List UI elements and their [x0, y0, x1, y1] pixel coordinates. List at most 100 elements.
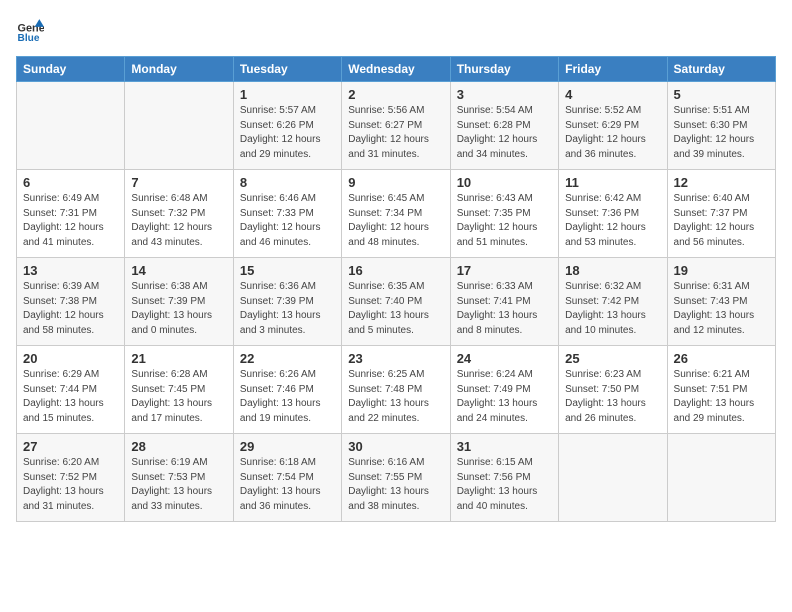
- calendar-cell: 29 Sunrise: 6:18 AM Sunset: 7:54 PM Dayli…: [233, 434, 341, 522]
- calendar-cell: 11 Sunrise: 6:42 AM Sunset: 7:36 PM Dayli…: [559, 170, 667, 258]
- day-number: 17: [457, 263, 552, 278]
- day-info: Sunrise: 6:36 AM Sunset: 7:39 PM Dayligh…: [240, 280, 335, 338]
- calendar-cell: 6 Sunrise: 6:49 AM Sunset: 7:31 PM Daylig…: [17, 170, 125, 258]
- day-of-week-header: Monday: [125, 57, 233, 82]
- day-number: 14: [131, 263, 226, 278]
- day-info: Sunrise: 6:18 AM Sunset: 7:54 PM Dayligh…: [240, 456, 335, 514]
- day-number: 27: [23, 439, 118, 454]
- calendar-cell: 16 Sunrise: 6:35 AM Sunset: 7:40 PM Dayli…: [342, 258, 450, 346]
- day-number: 30: [348, 439, 443, 454]
- calendar-cell: 23 Sunrise: 6:25 AM Sunset: 7:48 PM Dayli…: [342, 346, 450, 434]
- day-info: Sunrise: 6:26 AM Sunset: 7:46 PM Dayligh…: [240, 368, 335, 426]
- calendar-cell: 25 Sunrise: 6:23 AM Sunset: 7:50 PM Dayli…: [559, 346, 667, 434]
- day-info: Sunrise: 6:21 AM Sunset: 7:51 PM Dayligh…: [674, 368, 769, 426]
- day-number: 9: [348, 175, 443, 190]
- calendar-cell: 12 Sunrise: 6:40 AM Sunset: 7:37 PM Dayli…: [667, 170, 775, 258]
- day-info: Sunrise: 6:19 AM Sunset: 7:53 PM Dayligh…: [131, 456, 226, 514]
- day-number: 10: [457, 175, 552, 190]
- day-info: Sunrise: 6:39 AM Sunset: 7:38 PM Dayligh…: [23, 280, 118, 338]
- day-number: 20: [23, 351, 118, 366]
- day-info: Sunrise: 6:20 AM Sunset: 7:52 PM Dayligh…: [23, 456, 118, 514]
- day-number: 19: [674, 263, 769, 278]
- day-number: 23: [348, 351, 443, 366]
- day-info: Sunrise: 6:25 AM Sunset: 7:48 PM Dayligh…: [348, 368, 443, 426]
- day-info: Sunrise: 6:49 AM Sunset: 7:31 PM Dayligh…: [23, 192, 118, 250]
- calendar-cell: 24 Sunrise: 6:24 AM Sunset: 7:49 PM Dayli…: [450, 346, 558, 434]
- calendar-cell: 10 Sunrise: 6:43 AM Sunset: 7:35 PM Dayli…: [450, 170, 558, 258]
- calendar-cell: 8 Sunrise: 6:46 AM Sunset: 7:33 PM Daylig…: [233, 170, 341, 258]
- calendar-week-row: 27 Sunrise: 6:20 AM Sunset: 7:52 PM Dayli…: [17, 434, 776, 522]
- day-number: 22: [240, 351, 335, 366]
- calendar-table: SundayMondayTuesdayWednesdayThursdayFrid…: [16, 56, 776, 522]
- calendar-week-row: 13 Sunrise: 6:39 AM Sunset: 7:38 PM Dayli…: [17, 258, 776, 346]
- day-info: Sunrise: 5:54 AM Sunset: 6:28 PM Dayligh…: [457, 104, 552, 162]
- day-info: Sunrise: 6:40 AM Sunset: 7:37 PM Dayligh…: [674, 192, 769, 250]
- day-info: Sunrise: 5:57 AM Sunset: 6:26 PM Dayligh…: [240, 104, 335, 162]
- calendar-cell: 28 Sunrise: 6:19 AM Sunset: 7:53 PM Dayli…: [125, 434, 233, 522]
- day-info: Sunrise: 6:29 AM Sunset: 7:44 PM Dayligh…: [23, 368, 118, 426]
- day-number: 13: [23, 263, 118, 278]
- day-number: 3: [457, 87, 552, 102]
- calendar-cell: 27 Sunrise: 6:20 AM Sunset: 7:52 PM Dayli…: [17, 434, 125, 522]
- day-number: 26: [674, 351, 769, 366]
- calendar-cell: 3 Sunrise: 5:54 AM Sunset: 6:28 PM Daylig…: [450, 82, 558, 170]
- day-number: 7: [131, 175, 226, 190]
- day-info: Sunrise: 6:33 AM Sunset: 7:41 PM Dayligh…: [457, 280, 552, 338]
- calendar-cell: [17, 82, 125, 170]
- calendar-cell: 19 Sunrise: 6:31 AM Sunset: 7:43 PM Dayli…: [667, 258, 775, 346]
- calendar-cell: 22 Sunrise: 6:26 AM Sunset: 7:46 PM Dayli…: [233, 346, 341, 434]
- day-number: 12: [674, 175, 769, 190]
- calendar-cell: 21Sunrise: 6:28 AM Sunset: 7:45 PM Dayli…: [125, 346, 233, 434]
- logo: General Blue: [16, 16, 44, 44]
- day-info: Sunrise: 6:35 AM Sunset: 7:40 PM Dayligh…: [348, 280, 443, 338]
- day-info: Sunrise: 6:43 AM Sunset: 7:35 PM Dayligh…: [457, 192, 552, 250]
- calendar-cell: 20 Sunrise: 6:29 AM Sunset: 7:44 PM Dayli…: [17, 346, 125, 434]
- calendar-cell: [559, 434, 667, 522]
- day-info: Sunrise: 6:48 AM Sunset: 7:32 PM Dayligh…: [131, 192, 226, 250]
- day-number: 18: [565, 263, 660, 278]
- calendar-cell: 15 Sunrise: 6:36 AM Sunset: 7:39 PM Dayli…: [233, 258, 341, 346]
- calendar-week-row: 20 Sunrise: 6:29 AM Sunset: 7:44 PM Dayli…: [17, 346, 776, 434]
- calendar-cell: 13 Sunrise: 6:39 AM Sunset: 7:38 PM Dayli…: [17, 258, 125, 346]
- day-number: 21: [131, 351, 226, 366]
- day-number: 25: [565, 351, 660, 366]
- day-number: 6: [23, 175, 118, 190]
- day-info: Sunrise: 5:56 AM Sunset: 6:27 PM Dayligh…: [348, 104, 443, 162]
- logo-icon: General Blue: [16, 16, 44, 44]
- page-header: General Blue: [16, 16, 776, 44]
- day-info: Sunrise: 6:15 AM Sunset: 7:56 PM Dayligh…: [457, 456, 552, 514]
- day-number: 24: [457, 351, 552, 366]
- day-number: 15: [240, 263, 335, 278]
- day-number: 4: [565, 87, 660, 102]
- day-number: 2: [348, 87, 443, 102]
- calendar-body: 1Sunrise: 5:57 AM Sunset: 6:26 PM Daylig…: [17, 82, 776, 522]
- day-number: 16: [348, 263, 443, 278]
- calendar-cell: 9 Sunrise: 6:45 AM Sunset: 7:34 PM Daylig…: [342, 170, 450, 258]
- day-info: Sunrise: 6:31 AM Sunset: 7:43 PM Dayligh…: [674, 280, 769, 338]
- day-info: Sunrise: 6:46 AM Sunset: 7:33 PM Dayligh…: [240, 192, 335, 250]
- day-info: Sunrise: 6:23 AM Sunset: 7:50 PM Dayligh…: [565, 368, 660, 426]
- calendar-week-row: 6 Sunrise: 6:49 AM Sunset: 7:31 PM Daylig…: [17, 170, 776, 258]
- calendar-cell: 17 Sunrise: 6:33 AM Sunset: 7:41 PM Dayli…: [450, 258, 558, 346]
- day-number: 11: [565, 175, 660, 190]
- calendar-week-row: 1Sunrise: 5:57 AM Sunset: 6:26 PM Daylig…: [17, 82, 776, 170]
- day-info: Sunrise: 6:24 AM Sunset: 7:49 PM Dayligh…: [457, 368, 552, 426]
- day-number: 5: [674, 87, 769, 102]
- calendar-header: SundayMondayTuesdayWednesdayThursdayFrid…: [17, 57, 776, 82]
- calendar-cell: 14 Sunrise: 6:38 AM Sunset: 7:39 PM Dayli…: [125, 258, 233, 346]
- day-number: 29: [240, 439, 335, 454]
- calendar-cell: 31Sunrise: 6:15 AM Sunset: 7:56 PM Dayli…: [450, 434, 558, 522]
- day-info: Sunrise: 6:42 AM Sunset: 7:36 PM Dayligh…: [565, 192, 660, 250]
- day-info: Sunrise: 6:38 AM Sunset: 7:39 PM Dayligh…: [131, 280, 226, 338]
- calendar-cell: 30 Sunrise: 6:16 AM Sunset: 7:55 PM Dayli…: [342, 434, 450, 522]
- day-number: 8: [240, 175, 335, 190]
- calendar-cell: 7 Sunrise: 6:48 AM Sunset: 7:32 PM Daylig…: [125, 170, 233, 258]
- calendar-cell: 5Sunrise: 5:51 AM Sunset: 6:30 PM Daylig…: [667, 82, 775, 170]
- day-of-week-header: Sunday: [17, 57, 125, 82]
- calendar-cell: 26 Sunrise: 6:21 AM Sunset: 7:51 PM Dayli…: [667, 346, 775, 434]
- day-number: 28: [131, 439, 226, 454]
- day-of-week-header: Thursday: [450, 57, 558, 82]
- day-info: Sunrise: 6:45 AM Sunset: 7:34 PM Dayligh…: [348, 192, 443, 250]
- calendar-cell: 18Sunrise: 6:32 AM Sunset: 7:42 PM Dayli…: [559, 258, 667, 346]
- day-info: Sunrise: 6:16 AM Sunset: 7:55 PM Dayligh…: [348, 456, 443, 514]
